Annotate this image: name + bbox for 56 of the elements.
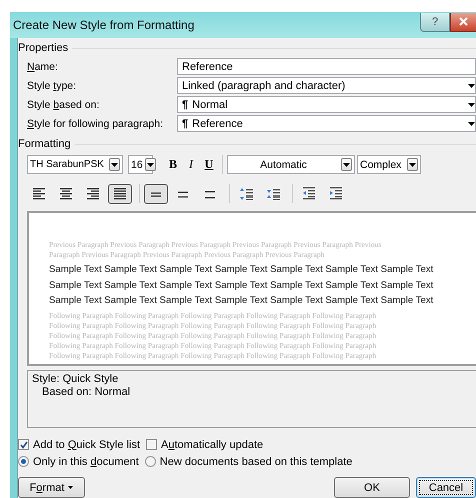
help-button[interactable]: ? xyxy=(420,12,450,32)
underline-button[interactable]: U xyxy=(200,155,218,174)
size-dropdown[interactable]: 16 xyxy=(128,155,153,174)
indent-icon xyxy=(330,187,342,200)
sample-text: Sample Text Sample Text Sample Text Sample Text Sample Text Sample Text Sample Text xyxy=(49,278,434,292)
field-label: Style for following paragraph: xyxy=(27,118,164,130)
field-label: Name: xyxy=(27,60,59,72)
format-button[interactable]: Format xyxy=(18,477,85,498)
dropdown-arrow-icon xyxy=(468,84,474,88)
align-left-icon xyxy=(33,187,45,200)
caret-icon xyxy=(68,486,74,489)
sample-text: Sample Text Sample Text Sample Text Sample Text Sample Text Sample Text Sample Text xyxy=(49,294,434,308)
group-heading: Formatting xyxy=(18,138,71,150)
radio-label: Only in this document xyxy=(33,456,139,468)
dropdown-arrow-icon xyxy=(468,122,474,126)
paragraph-spacing-icon xyxy=(266,188,280,200)
dialog-button[interactable]: OK xyxy=(334,477,410,498)
style-dropdown[interactable]: Linked (paragraph and character) xyxy=(177,77,476,94)
dropdown-arrow-icon xyxy=(111,162,118,166)
line-spacing-button[interactable] xyxy=(144,184,168,204)
paragraph-spacing-icon xyxy=(240,188,252,200)
dropdown-arrow-icon xyxy=(343,162,350,166)
radio-label: New documents based on this template xyxy=(160,456,352,468)
field-label: Style based on: xyxy=(27,98,100,110)
close-button[interactable] xyxy=(450,12,476,32)
style-description-text: Based on: Normal xyxy=(41,386,132,399)
style-dropdown[interactable]: ¶ Reference xyxy=(177,115,476,132)
align-center-icon xyxy=(60,187,72,200)
group-heading: Properties xyxy=(18,42,68,54)
sample-text: Sample Text Sample Text Sample Text Sample Text Sample Text Sample Text Sample Text xyxy=(49,263,434,277)
dropdown-arrow-icon xyxy=(468,102,474,106)
align-justify-icon xyxy=(114,187,126,200)
checkbox[interactable] xyxy=(146,439,157,450)
align-right-icon xyxy=(87,187,99,200)
dropdown-arrow-icon xyxy=(146,162,154,166)
radio-button[interactable] xyxy=(144,456,156,467)
checkbox-label: Add to Quick Style list xyxy=(33,438,140,450)
color-dropdown[interactable]: Automatic xyxy=(227,155,355,174)
font-dropdown[interactable]: TH SarabunPSK xyxy=(27,155,123,174)
checkbox-label: Automatically update xyxy=(161,438,264,450)
italic-button[interactable]: I xyxy=(182,155,200,174)
close-icon xyxy=(459,17,468,26)
checkmark-icon xyxy=(20,440,28,448)
field-label: Style type: xyxy=(27,80,78,92)
name-field[interactable]: Reference xyxy=(177,58,476,75)
style-description-text: Style: Quick Style xyxy=(32,373,120,386)
dialog-button[interactable]: Cancel xyxy=(416,477,476,498)
radio-button[interactable] xyxy=(18,456,29,467)
indent-icon xyxy=(303,187,315,200)
style-dropdown[interactable]: ¶ Normal xyxy=(177,96,476,113)
align-justify-button[interactable] xyxy=(108,184,132,204)
bold-button[interactable]: B xyxy=(164,155,182,174)
dropdown-arrow-icon xyxy=(409,162,416,166)
checkbox[interactable] xyxy=(18,439,29,450)
script-dropdown[interactable]: Complex xyxy=(357,155,421,174)
window-title: Create New Style from Formatting xyxy=(13,18,196,32)
